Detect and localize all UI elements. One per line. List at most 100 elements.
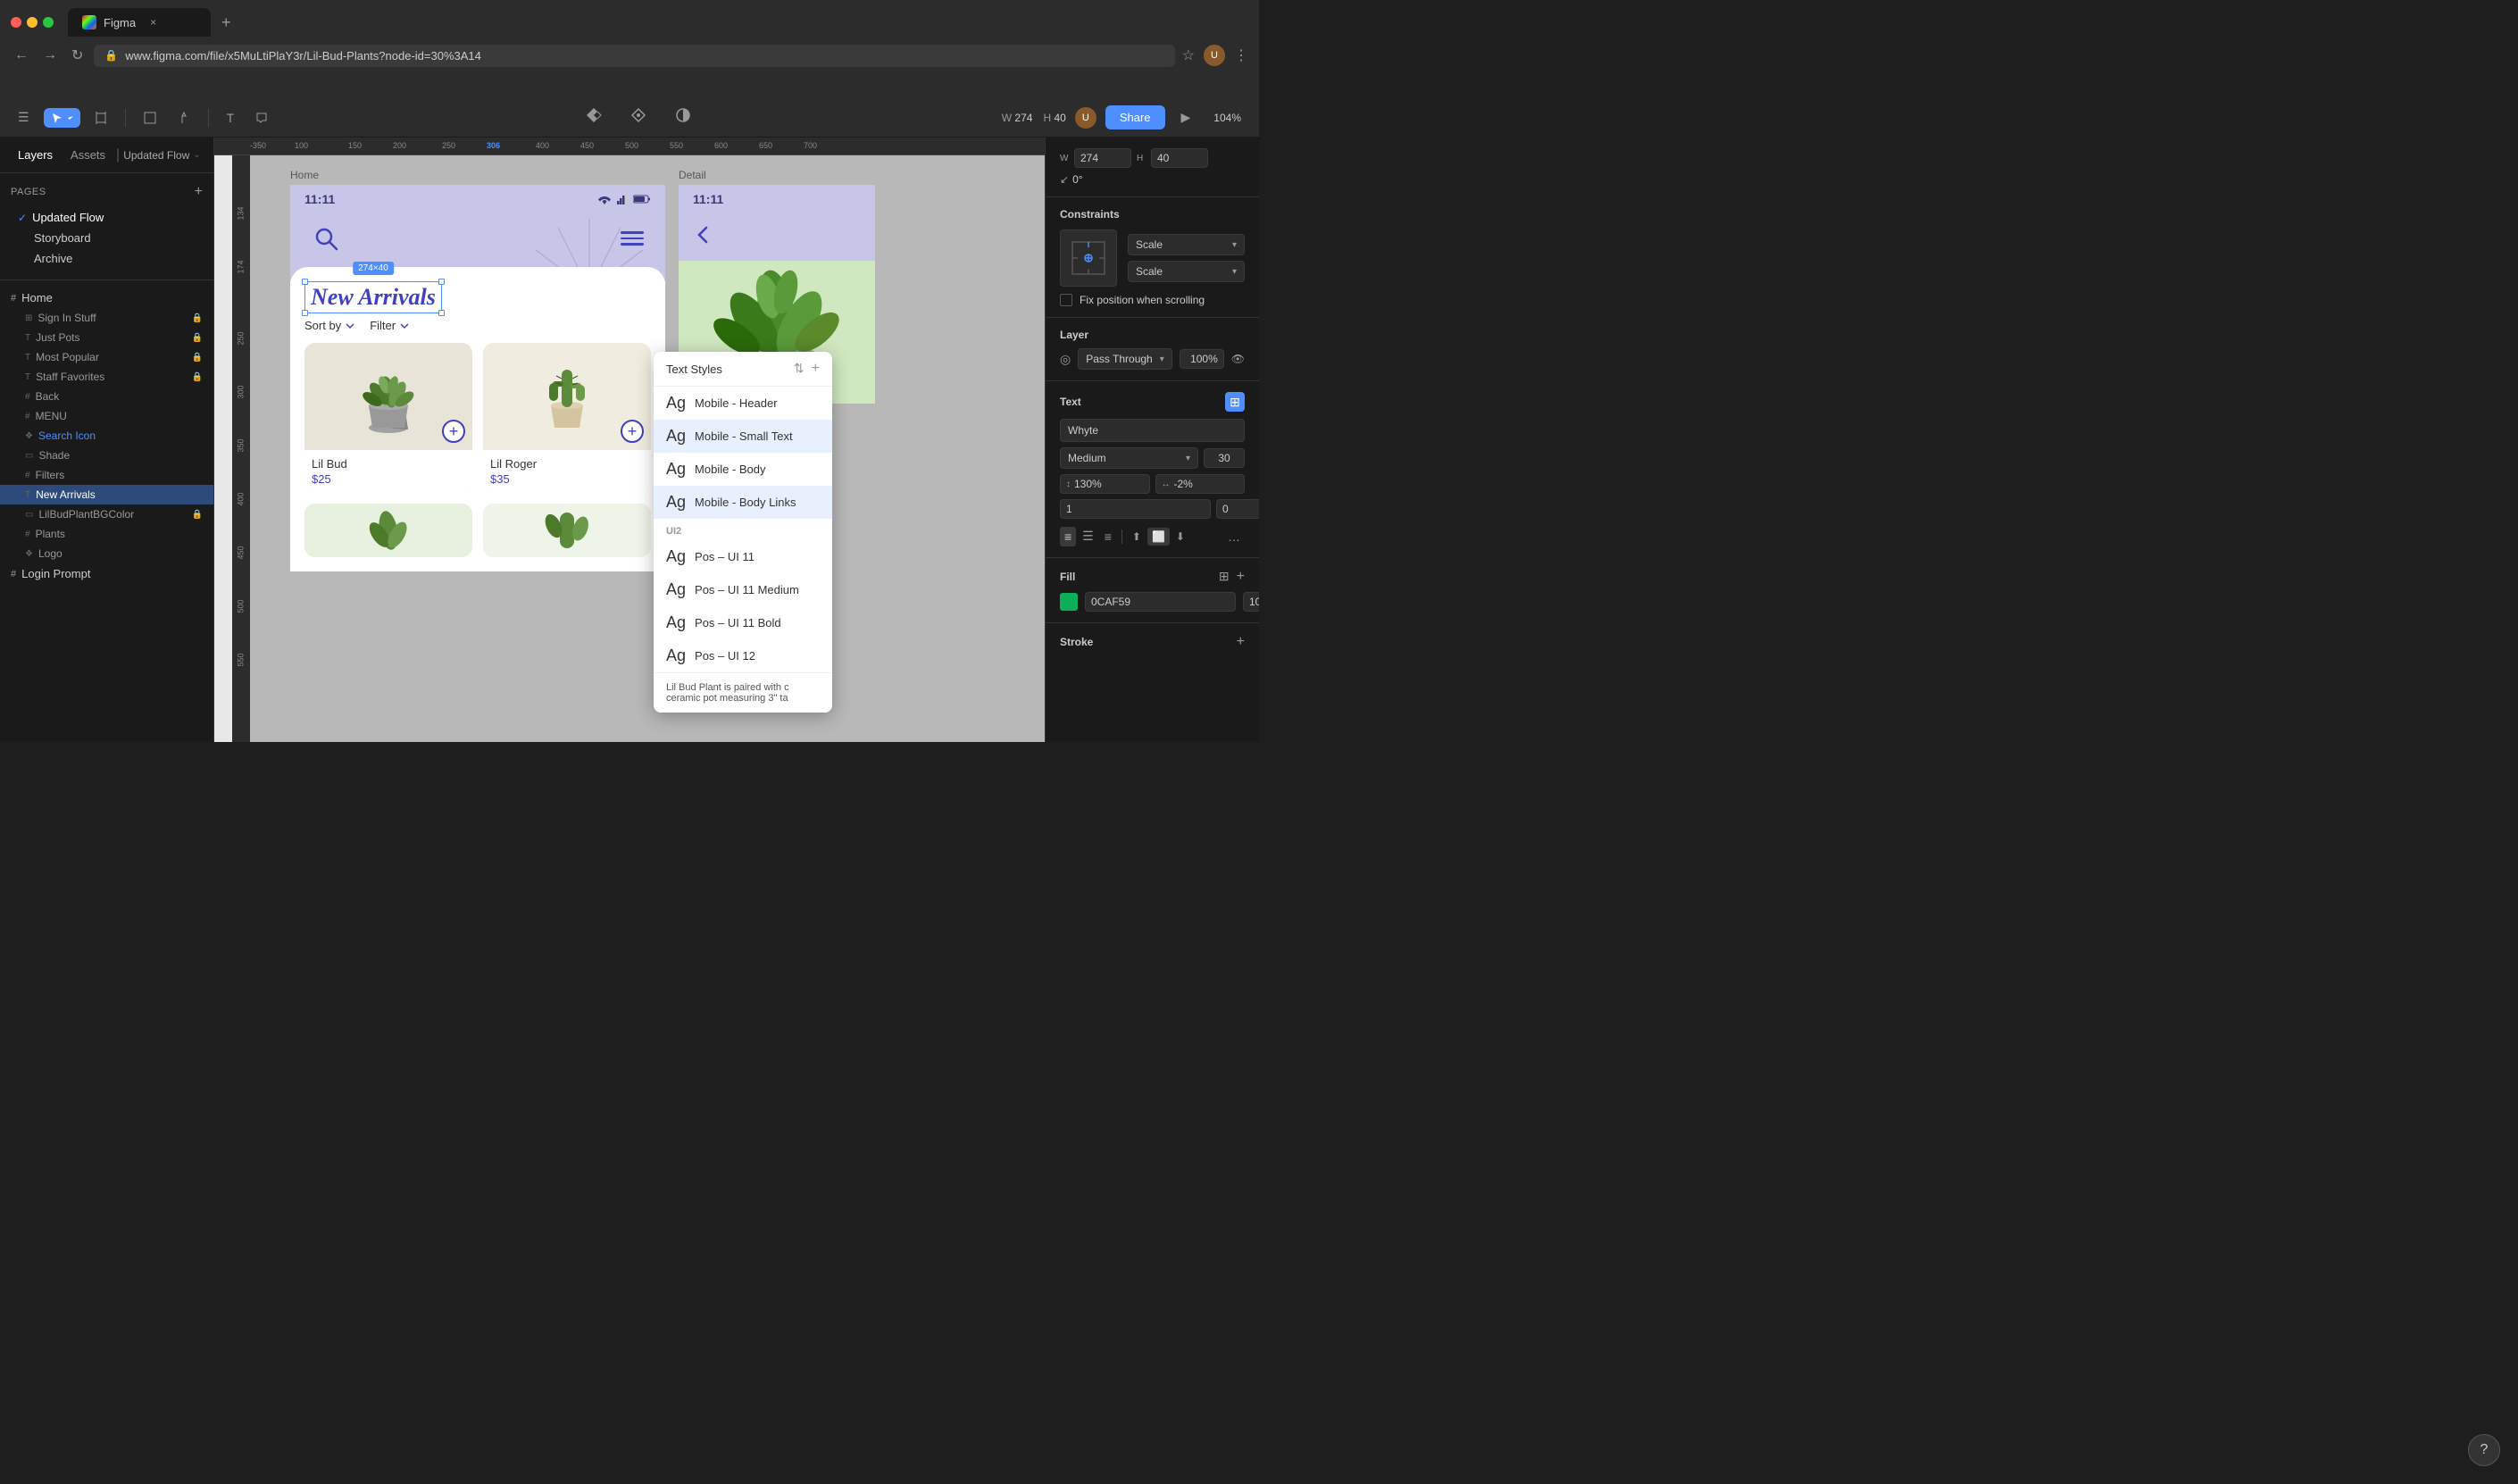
- text-edit-icon[interactable]: ⊞: [1225, 392, 1245, 412]
- frame-tool-btn[interactable]: [88, 108, 114, 128]
- prototype-icon[interactable]: [623, 104, 654, 131]
- layer-item-lil-bud-bg[interactable]: ▭ LilBudPlantBGColor 🔒: [0, 504, 213, 524]
- text-more-btn[interactable]: …: [1223, 527, 1245, 546]
- canvas-content[interactable]: 134 174 250 300 350 400 450 500 550 Home: [232, 155, 1045, 742]
- browser-tab-active[interactable]: Figma ×: [68, 8, 211, 37]
- text-styles-item-2[interactable]: Ag Mobile - Small Text: [654, 420, 832, 453]
- paragraph-spacing-input[interactable]: [1060, 499, 1211, 519]
- play-button[interactable]: ▶: [1174, 106, 1198, 129]
- add-to-cart-btn-2[interactable]: +: [621, 420, 644, 443]
- layer-item-staff-favorites[interactable]: T Staff Favorites 🔒: [0, 367, 213, 387]
- component-icon[interactable]: [579, 104, 609, 131]
- layer-item-back[interactable]: # Back: [0, 387, 213, 406]
- search-icon[interactable]: [312, 224, 340, 253]
- add-page-button[interactable]: +: [195, 184, 203, 200]
- align-left-btn[interactable]: ≡: [1060, 527, 1076, 546]
- shape-tool-btn[interactable]: [137, 108, 163, 128]
- canvas-area[interactable]: -350 100 150 200 250 306 400 450 500 550…: [214, 138, 1045, 742]
- height-input[interactable]: [1151, 148, 1208, 168]
- select-tool-btn[interactable]: [44, 108, 80, 128]
- indent-input[interactable]: [1216, 499, 1259, 519]
- text-styles-item-4[interactable]: Ag Mobile - Body Links: [654, 486, 832, 519]
- browser-tab-close[interactable]: ×: [150, 16, 156, 29]
- fill-grid-icon[interactable]: ⊞: [1219, 569, 1230, 585]
- text-styles-item-3[interactable]: Ag Mobile - Body: [654, 453, 832, 486]
- text-styles-sort-icon[interactable]: ⇅: [794, 361, 805, 377]
- address-bar[interactable]: 🔒 www.figma.com/file/x5MuLtiPlaY3r/Lil-B…: [94, 45, 1174, 67]
- text-styles-item-1[interactable]: Ag Mobile - Header: [654, 387, 832, 420]
- forward-btn[interactable]: →: [39, 44, 61, 67]
- layer-item-just-pots[interactable]: T Just Pots 🔒: [0, 328, 213, 347]
- align-center-btn[interactable]: ☰: [1078, 526, 1098, 546]
- page-item-updated-flow[interactable]: ✓ Updated Flow: [11, 207, 203, 228]
- minimize-window-btn[interactable]: [27, 17, 38, 28]
- stroke-add-icon[interactable]: +: [1237, 634, 1245, 650]
- width-input[interactable]: [1074, 148, 1131, 168]
- sort-by-btn[interactable]: Sort by: [304, 319, 355, 332]
- detail-back-btn[interactable]: [679, 213, 875, 261]
- layer-group-login-prompt[interactable]: # Login Prompt: [0, 563, 213, 584]
- layer-item-most-popular[interactable]: T Most Popular 🔒: [0, 347, 213, 367]
- fill-color-swatch[interactable]: [1060, 593, 1078, 611]
- sidebar-breadcrumb[interactable]: Updated Flow ⌄: [123, 149, 200, 162]
- assets-tab[interactable]: Assets: [63, 145, 113, 165]
- text-styles-ui2-item-3[interactable]: Ag Pos – UI 11 Bold: [654, 606, 832, 639]
- product-card-4[interactable]: [483, 504, 651, 557]
- browser-menu-icon[interactable]: ⋮: [1234, 46, 1248, 64]
- layer-group-home[interactable]: # Home: [0, 288, 213, 308]
- share-button[interactable]: Share: [1105, 105, 1165, 129]
- help-button[interactable]: ?: [2468, 1434, 2500, 1466]
- close-window-btn[interactable]: [11, 17, 21, 28]
- text-styles-ui2-item-2[interactable]: Ag Pos – UI 11 Medium: [654, 573, 832, 606]
- layer-item-filters[interactable]: # Filters: [0, 465, 213, 485]
- fill-opacity-input[interactable]: [1243, 592, 1259, 612]
- product-card-1[interactable]: + Lil Bud $25: [304, 343, 472, 493]
- zoom-level[interactable]: 104%: [1206, 108, 1248, 128]
- text-styles-add-icon[interactable]: +: [812, 361, 820, 377]
- blend-mode-select[interactable]: Pass Through ▾: [1078, 348, 1172, 370]
- pen-tool-btn[interactable]: [171, 108, 197, 128]
- maximize-window-btn[interactable]: [43, 17, 54, 28]
- valign-bot-btn[interactable]: ⬇: [1171, 528, 1189, 546]
- user-avatar[interactable]: U: [1075, 107, 1096, 129]
- valign-mid-btn[interactable]: ⬜: [1147, 528, 1170, 546]
- product-card-3[interactable]: [304, 504, 472, 557]
- text-styles-ui2-item-4[interactable]: Ag Pos – UI 12: [654, 639, 832, 672]
- add-to-cart-btn-1[interactable]: +: [442, 420, 465, 443]
- layer-item-sign-in-stuff[interactable]: ⊞ Sign In Stuff 🔒: [0, 308, 213, 328]
- layer-item-logo[interactable]: ❖ Logo: [0, 544, 213, 563]
- align-right-btn[interactable]: ≡: [1100, 527, 1116, 546]
- page-item-storyboard[interactable]: Storyboard: [11, 228, 203, 248]
- new-arrivals-container[interactable]: New Arrivals 274×40: [304, 281, 442, 313]
- layer-item-plants[interactable]: # Plants: [0, 524, 213, 544]
- fix-scroll-checkbox[interactable]: [1060, 294, 1072, 306]
- layer-item-search-icon[interactable]: ❖ Search Icon: [0, 426, 213, 446]
- text-styles-ui2-item-1[interactable]: Ag Pos – UI 11: [654, 540, 832, 573]
- font-family-field[interactable]: Whyte: [1060, 419, 1245, 442]
- letter-spacing-field[interactable]: ↔ -2%: [1155, 474, 1246, 494]
- layers-tab[interactable]: Layers: [11, 145, 60, 165]
- browser-new-tab-btn[interactable]: +: [214, 10, 238, 36]
- reload-btn[interactable]: ↻: [68, 43, 87, 68]
- page-item-archive[interactable]: Archive: [11, 248, 203, 269]
- layer-item-menu[interactable]: # MENU: [0, 406, 213, 426]
- filter-btn[interactable]: Filter: [370, 319, 410, 332]
- font-size-input[interactable]: [1204, 448, 1245, 468]
- font-weight-select[interactable]: Medium ▾: [1060, 447, 1198, 469]
- contrast-icon[interactable]: [668, 104, 698, 131]
- constraint-h-select[interactable]: Scale ▾: [1128, 234, 1245, 255]
- fill-add-icon[interactable]: +: [1237, 569, 1245, 585]
- back-btn[interactable]: ←: [11, 44, 32, 67]
- visibility-icon[interactable]: 👁: [1231, 353, 1245, 365]
- bookmark-icon[interactable]: ☆: [1182, 46, 1195, 64]
- valign-top-btn[interactable]: ⬆: [1128, 528, 1146, 546]
- product-card-2[interactable]: + Lil Roger $35: [483, 343, 651, 493]
- comment-tool-btn[interactable]: [248, 108, 275, 128]
- line-height-field[interactable]: ↕ 130%: [1060, 474, 1150, 494]
- layer-item-new-arrivals[interactable]: T New Arrivals: [0, 485, 213, 504]
- opacity-input[interactable]: [1180, 349, 1224, 369]
- hamburger-icon[interactable]: [621, 231, 644, 246]
- fill-color-input[interactable]: [1085, 592, 1236, 612]
- text-tool-btn[interactable]: T: [220, 107, 242, 129]
- hamburger-menu-btn[interactable]: ☰: [11, 106, 37, 129]
